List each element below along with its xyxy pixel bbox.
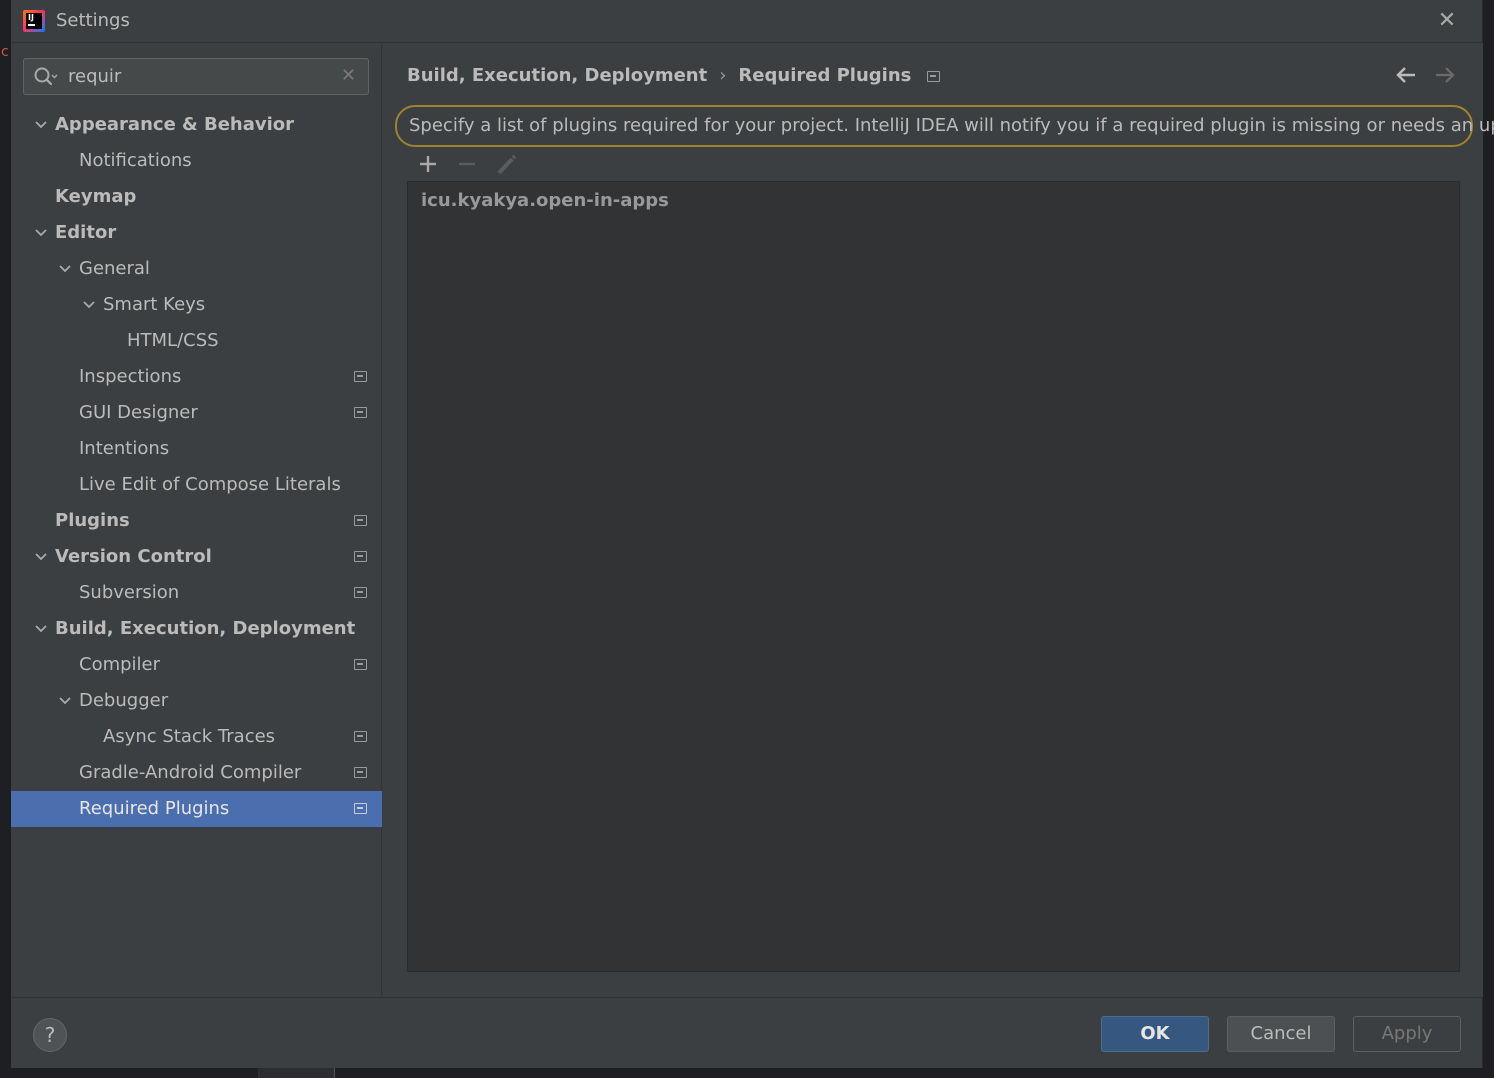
sidebar-item-debugger[interactable]: Debugger [11, 683, 382, 719]
sidebar-item-build-execution-deployment[interactable]: Build, Execution, Deployment [11, 611, 382, 647]
window-title: Settings [56, 10, 130, 31]
sidebar-item-required-plugins[interactable]: Required Plugins [11, 791, 382, 827]
chevron-down-icon[interactable] [34, 118, 48, 132]
sidebar-item-label: Version Control [55, 546, 212, 567]
sidebar-item-label: Build, Execution, Deployment [55, 618, 356, 639]
background-panel [258, 1068, 334, 1078]
intellij-logo-icon: IJ [23, 10, 45, 32]
title-bar: IJ Settings ✕ [11, 0, 1482, 43]
arrow-left-icon[interactable] [1395, 65, 1417, 85]
dialog-footer: ? OK Cancel Apply [11, 997, 1482, 1068]
project-settings-icon [354, 803, 367, 814]
chevron-down-icon[interactable] [58, 694, 72, 708]
breadcrumb-current: Required Plugins [738, 65, 912, 86]
settings-tree: Appearance & Behavior Notifications Keymap… [11, 107, 382, 827]
sidebar-item-label: Keymap [55, 186, 137, 207]
chevron-down-icon[interactable] [34, 550, 48, 564]
project-settings-icon [354, 731, 367, 742]
list-item[interactable]: icu.kyakya.open-in-apps [421, 190, 669, 211]
arrow-right-icon[interactable] [1434, 65, 1456, 85]
plus-icon[interactable] [415, 149, 441, 179]
sidebar-item-keymap[interactable]: Keymap [11, 179, 382, 215]
sidebar-item-general[interactable]: General [11, 251, 382, 287]
sidebar-item-plugins[interactable]: Plugins [11, 503, 382, 539]
settings-search-field[interactable]: ✕ [23, 58, 369, 95]
sidebar-item-label: Required Plugins [79, 798, 230, 819]
search-clear-button[interactable]: ✕ [341, 65, 356, 86]
sidebar-item-appearance-behavior[interactable]: Appearance & Behavior [11, 107, 382, 143]
sidebar-item-label: Plugins [55, 510, 130, 531]
sidebar-item-label: Intentions [79, 438, 170, 459]
sidebar-item-html-css[interactable]: HTML/CSS [11, 323, 382, 359]
chevron-down-icon[interactable] [34, 622, 48, 636]
sidebar-item-label: Compiler [79, 654, 161, 675]
sidebar-item-label: Smart Keys [103, 294, 206, 315]
main-panel: Build, Execution, Deployment › Required Pl… [383, 43, 1494, 997]
settings-dialog: IJ Settings ✕ ✕ Appearance & Behavior Not… [11, 0, 1494, 1068]
settings-sidebar: ✕ Appearance & Behavior Notifications Keym… [11, 43, 382, 997]
sidebar-item-label: Debugger [79, 690, 169, 711]
minus-icon[interactable] [454, 149, 480, 179]
sidebar-item-gradle-android-compiler[interactable]: Gradle-Android Compiler [11, 755, 382, 791]
sidebar-item-label: Subversion [79, 582, 180, 603]
chevron-down-icon[interactable] [34, 226, 48, 240]
pencil-icon[interactable] [493, 149, 519, 179]
ok-button[interactable]: OK [1101, 1016, 1209, 1052]
sidebar-item-version-control[interactable]: Version Control [11, 539, 382, 575]
project-settings-icon [354, 659, 367, 670]
background-ide-strip [0, 1068, 1494, 1078]
sidebar-item-editor[interactable]: Editor [11, 215, 382, 251]
help-button[interactable]: ? [33, 1018, 67, 1052]
apply-button[interactable]: Apply [1353, 1016, 1461, 1052]
sidebar-item-compiler[interactable]: Compiler [11, 647, 382, 683]
sidebar-item-notifications[interactable]: Notifications [11, 143, 382, 179]
project-settings-icon [354, 767, 367, 778]
sidebar-item-label: Appearance & Behavior [55, 114, 295, 135]
project-settings-icon [354, 551, 367, 562]
background-divider [334, 1068, 335, 1078]
search-icon [34, 67, 58, 86]
sidebar-item-label: Notifications [79, 150, 192, 171]
sidebar-item-gui-designer[interactable]: GUI Designer [11, 395, 382, 431]
breadcrumb: Build, Execution, Deployment › Required Pl… [407, 65, 941, 86]
cancel-button[interactable]: Cancel [1227, 1016, 1335, 1052]
sidebar-item-label: Live Edit of Compose Literals [79, 474, 341, 495]
sidebar-item-live-edit-of-compose-literals[interactable]: Live Edit of Compose Literals [11, 467, 382, 503]
sidebar-item-label: Inspections [79, 366, 182, 387]
sidebar-item-label: GUI Designer [79, 402, 198, 423]
page-description: Specify a list of plugins required for y… [395, 105, 1494, 147]
project-settings-icon [354, 515, 367, 526]
search-input[interactable] [68, 66, 328, 87]
background-edge-glyph: c [1, 44, 9, 60]
sidebar-item-intentions[interactable]: Intentions [11, 431, 382, 467]
chevron-down-icon[interactable] [82, 298, 96, 312]
sidebar-item-inspections[interactable]: Inspections [11, 359, 382, 395]
sidebar-item-label: Gradle-Android Compiler [79, 762, 302, 783]
sidebar-item-async-stack-traces[interactable]: Async Stack Traces [11, 719, 382, 755]
close-button[interactable]: ✕ [1434, 8, 1460, 34]
sidebar-item-label: Async Stack Traces [103, 726, 276, 747]
project-settings-icon [354, 407, 367, 418]
sidebar-item-label: Editor [55, 222, 117, 243]
sidebar-item-label: General [79, 258, 150, 279]
sidebar-item-smart-keys[interactable]: Smart Keys [11, 287, 382, 323]
required-plugins-list[interactable]: icu.kyakya.open-in-apps [407, 181, 1460, 972]
chevron-down-icon[interactable] [58, 262, 72, 276]
sidebar-item-label: HTML/CSS [127, 330, 219, 351]
sidebar-item-subversion[interactable]: Subversion [11, 575, 382, 611]
project-settings-icon [354, 587, 367, 598]
breadcrumb-parent[interactable]: Build, Execution, Deployment [407, 65, 707, 86]
project-settings-icon [927, 70, 941, 82]
breadcrumb-separator: › [719, 65, 727, 86]
project-settings-icon [354, 371, 367, 382]
